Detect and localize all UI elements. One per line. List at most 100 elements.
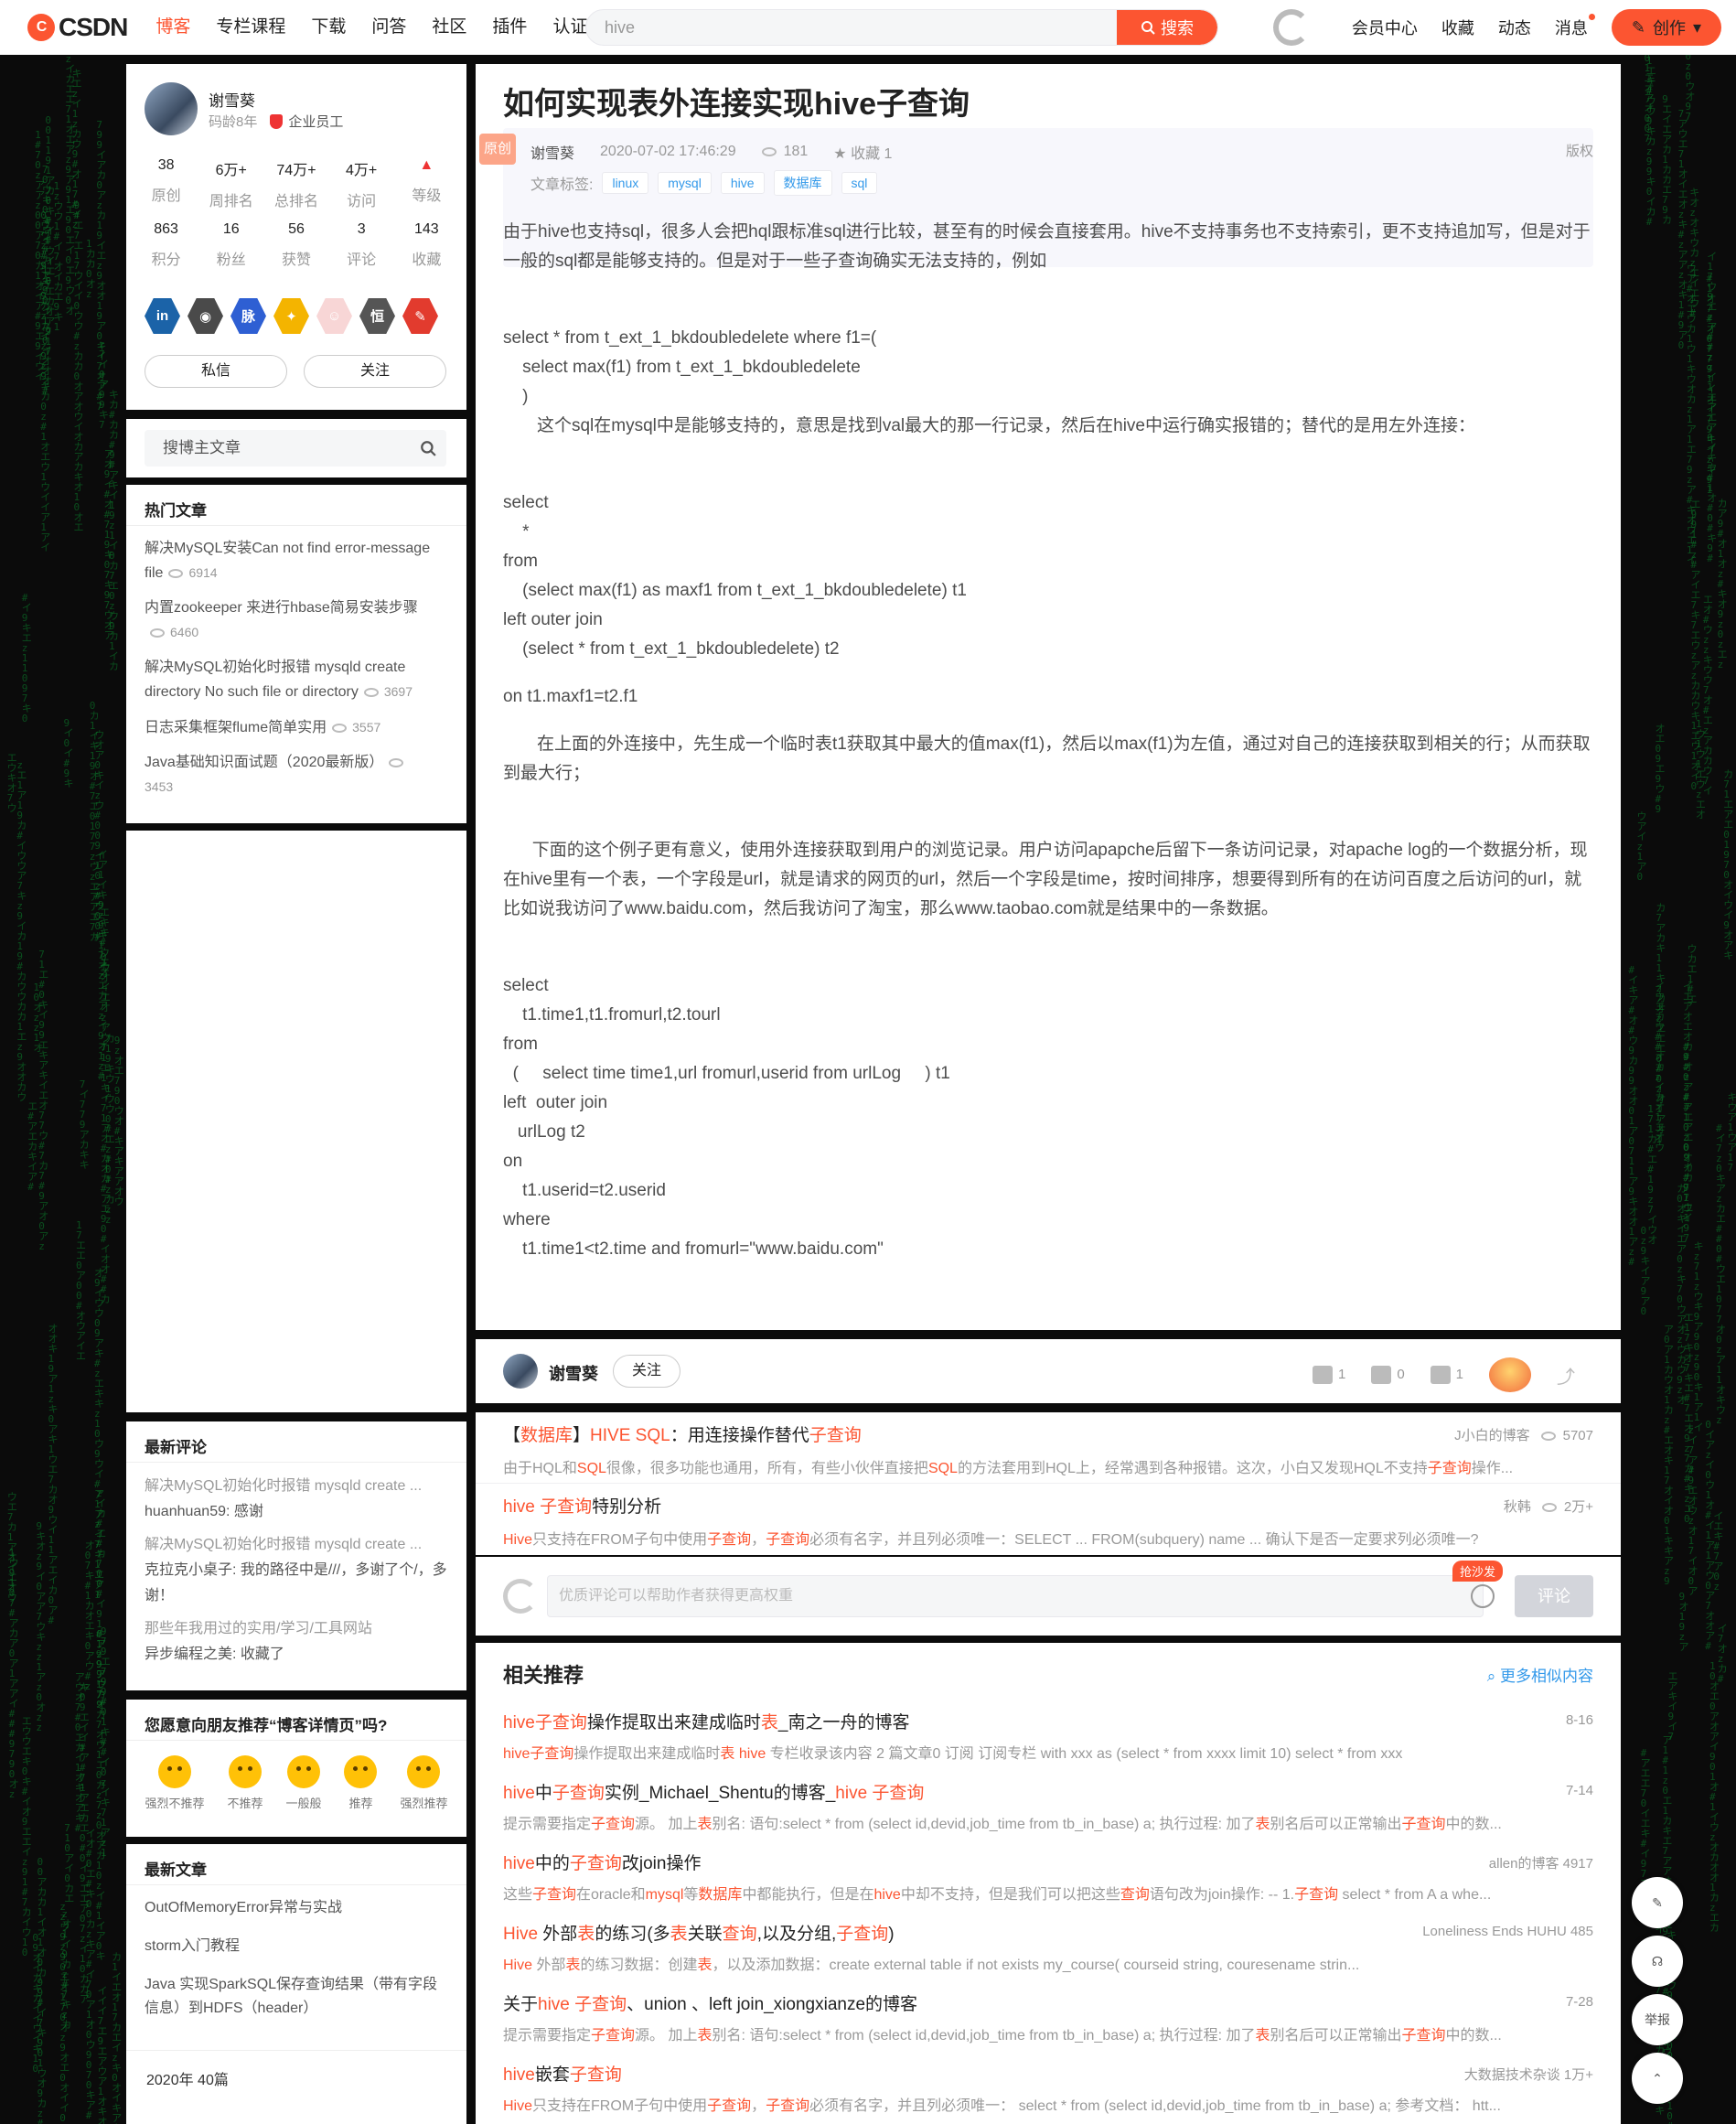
follow-button[interactable]: 关注 xyxy=(304,355,446,388)
rec-item[interactable]: Hive 外部表的练习(多表关联查询,以及分组,子查询) Loneliness E… xyxy=(476,1913,1621,1983)
emoji-icon[interactable] xyxy=(1471,1584,1495,1608)
nav-blog[interactable]: 博客 xyxy=(145,0,200,55)
stat-fans[interactable]: 16 粉丝 xyxy=(204,221,259,269)
nav-community[interactable]: 社区 xyxy=(422,0,477,55)
back-to-top-icon[interactable]: ⌃ xyxy=(1632,2053,1683,2104)
stat-likes[interactable]: 56 获赞 xyxy=(269,221,324,269)
tag-linux[interactable]: linux xyxy=(602,172,649,194)
network-badge-icon[interactable]: 脉 xyxy=(230,298,266,334)
matrix-column: キ カ # カ カ # 9 # ア キ イ 1 9 z 1 イ 0 カ 7 エ … xyxy=(109,389,120,673)
reward-icon[interactable] xyxy=(1489,1357,1531,1392)
list-item[interactable]: Java 实现SparkSQL保存查询结果（带有字段信息）到HDFS（heade… xyxy=(145,1973,448,2021)
rating-good[interactable]: 推荐 xyxy=(344,1755,378,1811)
messages-link[interactable]: 消息 xyxy=(1555,14,1595,39)
monkey-badge-icon[interactable]: ☺ xyxy=(316,298,352,334)
report-button[interactable]: 举报 xyxy=(1632,1994,1683,2045)
comment-article[interactable]: 那些年我用过的实用/学习/工具网站 xyxy=(145,1616,448,1642)
tag-mysql[interactable]: mysql xyxy=(658,172,712,194)
message-button[interactable]: 私信 xyxy=(145,355,287,388)
toolbar-author-name[interactable]: 谢雪葵 xyxy=(549,1361,598,1385)
stat-comments[interactable]: 3 评论 xyxy=(334,221,389,269)
copyright-link[interactable]: 版权 xyxy=(1566,141,1593,160)
stat-total-rank[interactable]: 74万+ 总排名 xyxy=(269,157,324,210)
comment-input[interactable]: 优质评论可以帮助作者获得更高权重 xyxy=(547,1575,1484,1617)
nav-courses[interactable]: 专栏课程 xyxy=(206,0,295,55)
author-avatar[interactable] xyxy=(145,82,198,135)
latest-articles: 最新文章 OutOfMemoryError异常与实战 storm入门教程 Jav… xyxy=(126,1844,466,2124)
comment-article[interactable]: 解决MySQL初始化时报错 mysqld create ... xyxy=(145,1532,448,1558)
tag-sql[interactable]: sql xyxy=(841,172,878,194)
list-item[interactable]: OutOfMemoryError异常与实战 xyxy=(145,1896,448,1920)
related-item[interactable]: hive 子查询特别分析 秋韩 2万+ Hive只支持在FROM子句中使用子查询，… xyxy=(476,1484,1621,1555)
matrix-column: ア 0 ア 1 カ ウ オ 1 カ z # エ オ キ 1 7 オ イ オ 0 … xyxy=(1664,1323,1675,1587)
pen-badge-icon[interactable]: ✎ xyxy=(402,298,438,334)
rating-bad[interactable]: 不推荐 xyxy=(227,1755,263,1811)
toolbar-follow-button[interactable]: 关注 xyxy=(613,1355,680,1388)
stat-level[interactable]: ▲ 等级 xyxy=(399,157,454,210)
more-similar-link[interactable]: ⌕ 更多相似内容 xyxy=(1487,1663,1593,1686)
rating-very-good[interactable]: 强烈推荐 xyxy=(400,1755,447,1811)
rating-very-bad[interactable]: 强烈不推荐 xyxy=(145,1755,205,1811)
stat-favorites[interactable]: 143 收藏 xyxy=(399,221,454,269)
matrix-column: イ 1 7 ウ 9 エ z ア # # z z イ 1 エ ア エ ア 0 イ … xyxy=(1707,251,1718,565)
blogger-search-input[interactable]: 搜博主文章 xyxy=(145,430,446,467)
vip-center-link[interactable]: 会员中心 xyxy=(1352,16,1418,39)
share-icon[interactable]: ⤴ xyxy=(1557,1362,1575,1389)
linkedin-badge-icon[interactable]: in xyxy=(145,298,180,334)
activity-link[interactable]: 动态 xyxy=(1498,16,1531,39)
list-item[interactable]: 解决MySQL安装Can not find error-message file… xyxy=(145,537,448,585)
stat-week-rank[interactable]: 6万+ 周排名 xyxy=(204,157,259,210)
related-item[interactable]: 【数据库】HIVE SQL：用连接操作替代子查询 J小白的博客 5707 由于HQ… xyxy=(476,1412,1621,1484)
comment-button[interactable]: 0 xyxy=(1371,1366,1405,1384)
stat-visits[interactable]: 4万+ 访问 xyxy=(334,157,389,210)
write-icon[interactable]: ✎ xyxy=(1632,1877,1683,1928)
like-count: 1 xyxy=(1337,1366,1346,1382)
c-coin-icon[interactable] xyxy=(1273,9,1310,46)
meta-favorite[interactable]: ★ 收藏 1 xyxy=(833,141,892,163)
stat-original[interactable]: 38 原创 xyxy=(139,157,194,210)
search-bar: 搜索 xyxy=(585,9,1218,46)
nav-download[interactable]: 下载 xyxy=(301,0,356,55)
nav-qa[interactable]: 问答 xyxy=(361,0,416,55)
submit-comment-button[interactable]: 评论 xyxy=(1515,1575,1593,1617)
search-icon[interactable] xyxy=(410,430,446,467)
list-item[interactable]: Java基础知识面试题（2020最新版） 3453 xyxy=(145,751,448,799)
like-button[interactable]: 1 xyxy=(1312,1366,1346,1384)
paragraph: 在上面的外连接中，先生成一个临时表t1获取其中最大的值max(f1)，然后以ma… xyxy=(503,735,1591,783)
csdn-logo[interactable]: C CSDN xyxy=(27,13,128,42)
rec-item[interactable]: hive中子查询实例_Michael_Shentu的博客_hive 子查询 7-1… xyxy=(476,1772,1621,1842)
headset-icon[interactable]: ☊ xyxy=(1632,1936,1683,1987)
list-item[interactable]: 解决MySQL初始化时报错 mysqld create directory No… xyxy=(145,656,448,704)
tag-hive[interactable]: hive xyxy=(720,172,765,194)
colorful-badge-icon[interactable]: ✦ xyxy=(273,298,309,334)
rec-item[interactable]: hive子查询操作提取出来建成临时表_南之一舟的博客 8-16 hive子查询操作提… xyxy=(476,1701,1621,1772)
author-name[interactable]: 谢雪葵 xyxy=(209,88,255,111)
code-line: from xyxy=(503,552,538,571)
star-button[interactable]: 1 xyxy=(1430,1366,1463,1384)
author-avatar[interactable] xyxy=(503,1354,538,1389)
rating-neutral[interactable]: 一般般 xyxy=(285,1755,322,1811)
rec-item[interactable]: 关于hive 子查询、union 、left join_xiongxianze的… xyxy=(476,1983,1621,2054)
search-input[interactable] xyxy=(586,10,1117,45)
view-count: 6914 xyxy=(188,565,218,580)
rec-item[interactable]: hive中的子查询改join操作 allen的博客 4917 这些子查询在oracl… xyxy=(476,1842,1621,1913)
rec-item[interactable]: hive嵌套子查询 大数据技术杂谈 1万+ Hive只支持在FROM子句中使用子查询… xyxy=(476,2054,1621,2124)
stat-points[interactable]: 863 积分 xyxy=(139,221,194,269)
search-button[interactable]: 搜索 xyxy=(1117,10,1217,45)
archive-link[interactable]: 2020年 40篇 xyxy=(126,2050,466,2089)
github-badge-icon[interactable]: ◉ xyxy=(188,298,223,334)
eye-icon xyxy=(168,568,184,578)
comment-article[interactable]: 解决MySQL初始化时报错 mysqld create ... xyxy=(145,1474,448,1499)
list-item[interactable]: 内置zookeeper 来进行hbase简易安装步骤 6460 xyxy=(145,596,448,645)
list-item[interactable]: 日志采集框架flume简单实用 3557 xyxy=(145,715,448,740)
persistence-badge-icon[interactable]: 恒 xyxy=(359,298,395,334)
meta-author[interactable]: 谢雪葵 xyxy=(530,141,574,163)
favorites-link[interactable]: 收藏 xyxy=(1441,16,1474,39)
create-button[interactable]: ✎ 创作 ▾ xyxy=(1611,9,1721,46)
nav-plugins[interactable]: 插件 xyxy=(482,0,537,55)
list-item[interactable]: storm入门教程 xyxy=(145,1935,448,1958)
eye-icon xyxy=(363,687,379,697)
rating-label: 一般般 xyxy=(285,1797,322,1810)
tag-database[interactable]: 数据库 xyxy=(773,170,832,196)
